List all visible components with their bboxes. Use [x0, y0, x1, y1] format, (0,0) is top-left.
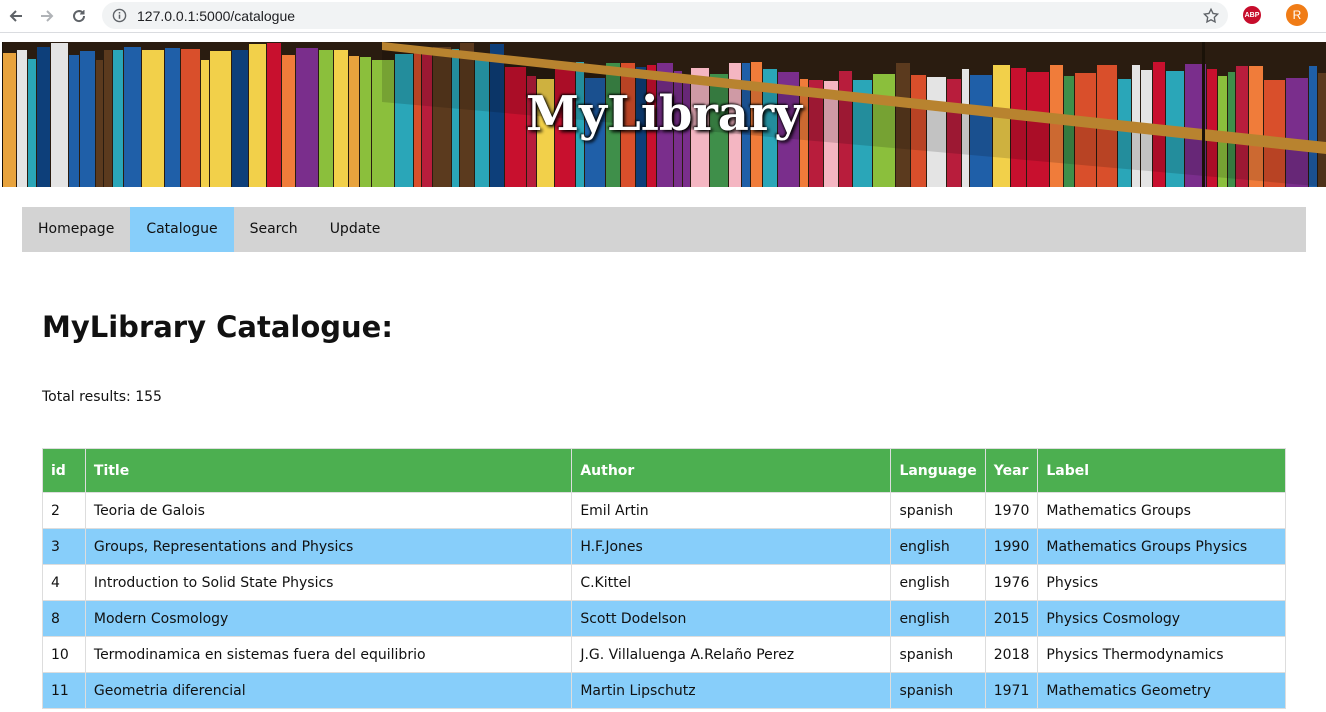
table-row: 2 Teoria de Galois Emil Artin spanish 19…: [42, 492, 1286, 529]
cell-year: 1990: [984, 528, 1039, 565]
cell-title: Termodinamica en sistemas fuera del equi…: [84, 636, 573, 673]
cell-title: Geometria diferencial: [84, 672, 573, 709]
profile-avatar[interactable]: R: [1286, 4, 1308, 26]
cell-author: J.G. Villaluenga A.Relaño Perez: [571, 636, 892, 673]
cell-id: 4: [42, 564, 86, 601]
cell-year: 1970: [984, 492, 1039, 529]
address-bar[interactable]: 127.0.0.1:5000/catalogue: [102, 2, 1228, 29]
info-icon[interactable]: [112, 8, 127, 23]
page-title: MyLibrary Catalogue:: [42, 310, 393, 344]
adblock-icon[interactable]: ABP: [1243, 6, 1261, 24]
cell-label: Mathematics Groups Physics: [1037, 528, 1286, 565]
cell-author: Emil Artin: [571, 492, 892, 529]
banner-title: MyLibrary: [525, 86, 803, 142]
cell-label: Physics: [1037, 564, 1286, 601]
table-row: 11 Geometria diferencial Martin Lipschut…: [42, 672, 1286, 709]
nav-homepage[interactable]: Homepage: [22, 207, 130, 252]
cell-title: Modern Cosmology: [84, 600, 573, 637]
cell-author: Martin Lipschutz: [571, 672, 892, 709]
header-author: Author: [571, 448, 892, 493]
browser-toolbar: 127.0.0.1:5000/catalogue ABP R: [0, 0, 1326, 33]
cell-language: spanish: [890, 636, 986, 673]
back-arrow-icon[interactable]: [5, 5, 27, 27]
header-label: Label: [1037, 448, 1286, 493]
cell-language: spanish: [890, 492, 986, 529]
table-row: 10 Termodinamica en sistemas fuera del e…: [42, 636, 1286, 673]
catalogue-table: id Title Author Language Year Label 2 Te…: [42, 448, 1286, 709]
table-row: 4 Introduction to Solid State Physics C.…: [42, 564, 1286, 601]
cell-label: Physics Thermodynamics: [1037, 636, 1286, 673]
cell-id: 11: [42, 672, 86, 709]
cell-language: english: [890, 528, 986, 565]
cell-id: 8: [42, 600, 86, 637]
url-text[interactable]: 127.0.0.1:5000/catalogue: [137, 8, 295, 24]
cell-label: Mathematics Geometry: [1037, 672, 1286, 709]
cell-language: english: [890, 600, 986, 637]
cell-year: 2018: [984, 636, 1039, 673]
total-results: Total results: 155: [42, 389, 162, 405]
cell-label: Physics Cosmology: [1037, 600, 1286, 637]
banner: MyLibrary: [2, 42, 1326, 187]
navbar: Homepage Catalogue Search Update: [22, 207, 1306, 252]
cell-year: 1976: [984, 564, 1039, 601]
cell-language: spanish: [890, 672, 986, 709]
table-row: 3 Groups, Representations and Physics H.…: [42, 528, 1286, 565]
header-id: id: [42, 448, 86, 493]
table-header-row: id Title Author Language Year Label: [42, 448, 1286, 493]
cell-author: H.F.Jones: [571, 528, 892, 565]
header-title: Title: [84, 448, 573, 493]
cell-language: english: [890, 564, 986, 601]
cell-id: 10: [42, 636, 86, 673]
cell-year: 2015: [984, 600, 1039, 637]
reload-icon[interactable]: [68, 5, 90, 27]
table-row: 8 Modern Cosmology Scott Dodelson englis…: [42, 600, 1286, 637]
cell-year: 1971: [984, 672, 1039, 709]
nav-update[interactable]: Update: [314, 207, 397, 252]
cell-label: Mathematics Groups: [1037, 492, 1286, 529]
cell-title: Introduction to Solid State Physics: [84, 564, 573, 601]
bookmark-star-icon[interactable]: [1202, 7, 1220, 25]
nav-catalogue[interactable]: Catalogue: [130, 207, 234, 252]
cell-title: Teoria de Galois: [84, 492, 573, 529]
cell-author: C.Kittel: [571, 564, 892, 601]
nav-search[interactable]: Search: [234, 207, 314, 252]
cell-id: 3: [42, 528, 86, 565]
forward-arrow-icon[interactable]: [36, 5, 58, 27]
cell-title: Groups, Representations and Physics: [84, 528, 573, 565]
cell-author: Scott Dodelson: [571, 600, 892, 637]
cell-id: 2: [42, 492, 86, 529]
header-language: Language: [890, 448, 986, 493]
header-year: Year: [984, 448, 1039, 493]
